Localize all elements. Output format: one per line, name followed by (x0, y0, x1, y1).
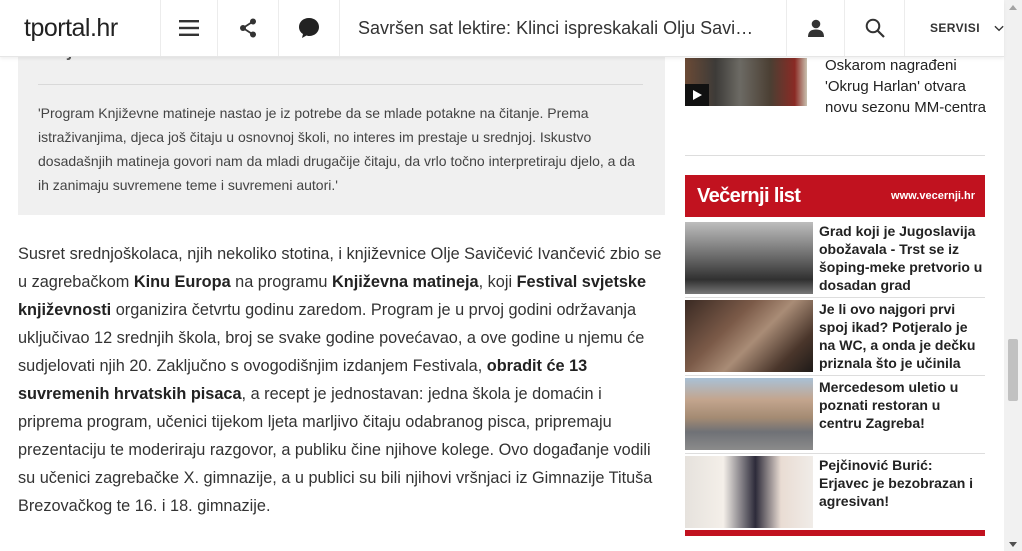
vecernji-divider (685, 375, 985, 376)
vecernji-header[interactable]: Večernji list www.vecernji.hr (685, 175, 985, 217)
vecernji-url[interactable]: www.vecernji.hr (891, 190, 975, 202)
user-button[interactable] (786, 0, 844, 56)
scroll-down-arrow[interactable] (1004, 537, 1022, 551)
article-headline[interactable]: Savršen sat lektire: Klinci ispreskakali… (339, 0, 786, 56)
servisi-menu[interactable]: SERVISI (904, 0, 1004, 56)
vecernji-thumbnail[interactable] (685, 456, 813, 528)
vecernji-item[interactable]: Grad koji je Jugoslavija obožavala - Trs… (685, 222, 985, 296)
share-icon (240, 18, 256, 38)
play-icon (685, 84, 709, 106)
related-thumbnail[interactable] (685, 58, 807, 106)
article-text: na programu (230, 273, 332, 291)
comment-icon (299, 18, 319, 38)
hamburger-icon (179, 20, 199, 36)
article-text: , koji (478, 273, 517, 291)
article-bold-kino: Kinu Europa (133, 273, 231, 291)
vecernji-thumbnail[interactable] (685, 300, 813, 372)
vecernji-logo[interactable]: Večernji list (697, 185, 801, 208)
vecernji-item[interactable]: Mercedesom uletio u poznati restoran u c… (685, 378, 985, 452)
vecernji-item-title[interactable]: Pejčinović Burić: Erjavec je bezobrazan … (819, 456, 985, 510)
vecernji-footer-bar (685, 530, 985, 536)
vecernji-divider (685, 453, 985, 454)
site-header: tportal .hr Savršen sat lektire: Klinci i… (0, 0, 1004, 57)
share-button[interactable] (217, 0, 278, 56)
search-button[interactable] (844, 0, 904, 56)
quote-text: 'Program Književne matineje nastao je iz… (38, 105, 635, 193)
vecernji-thumbnail[interactable] (685, 378, 813, 450)
vecernji-item-title[interactable]: Grad koji je Jugoslavija obožavala - Trs… (819, 222, 985, 294)
vecernji-thumbnail[interactable] (685, 222, 813, 294)
page-scrollbar[interactable] (1004, 0, 1022, 551)
chevron-down-icon (994, 25, 1004, 31)
sidebar-divider (685, 155, 985, 156)
article-text: , a recept je jednostavan: jedna škola j… (18, 385, 653, 515)
vecernji-item-title[interactable]: Je li ovo najgori prvi spoj ikad? Potjer… (819, 300, 985, 372)
scroll-up-arrow[interactable] (1004, 0, 1022, 14)
related-title[interactable]: Oskarom nagrađeni 'Okrug Harlan' otvara … (825, 55, 990, 118)
user-icon (807, 19, 824, 37)
servisi-label: SERVISI (930, 21, 980, 35)
article-body: Susret srednjoškolaca, njih nekoliko sto… (18, 240, 668, 520)
search-icon (865, 18, 885, 38)
vecernji-divider (685, 297, 985, 298)
logo-text: tportal (24, 13, 90, 42)
vecernji-item[interactable]: Je li ovo najgori prvi spoj ikad? Potjer… (685, 300, 985, 374)
related-article[interactable]: Oskarom nagrađeni 'Okrug Harlan' otvara … (685, 57, 986, 138)
menu-button[interactable] (160, 0, 217, 56)
comment-button[interactable] (278, 0, 339, 56)
scrollbar-thumb[interactable] (1008, 339, 1018, 401)
vecernji-item-title[interactable]: Mercedesom uletio u poznati restoran u c… (819, 378, 985, 432)
vecernji-item[interactable]: Pejčinović Burić: Erjavec je bezobrazan … (685, 456, 985, 530)
article-bold-matineja: Književna matineja (332, 273, 479, 291)
logo-suffix: .hr (89, 13, 118, 42)
quote-divider (38, 84, 643, 85)
site-logo[interactable]: tportal .hr (0, 0, 160, 56)
